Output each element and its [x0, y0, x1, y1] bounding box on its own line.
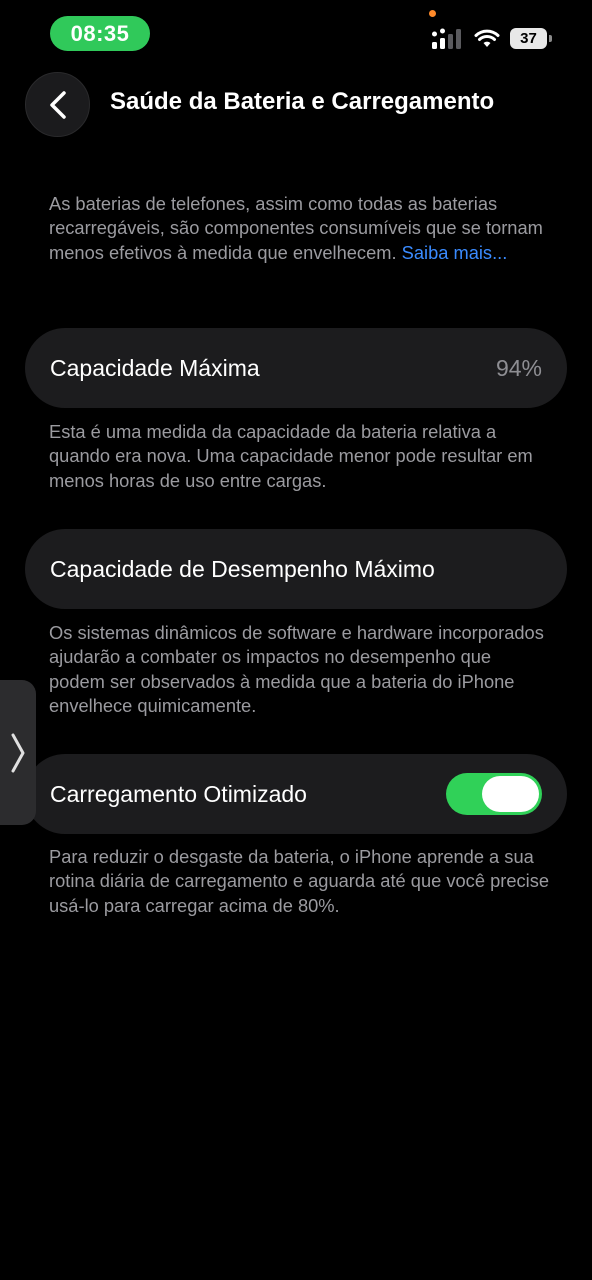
- privacy-indicator-dot: [429, 10, 436, 17]
- battery-level: 37: [510, 28, 547, 49]
- optimized-charging-row: Carregamento Otimizado: [25, 754, 567, 834]
- peak-performance-label: Capacidade de Desempenho Máximo: [50, 555, 435, 582]
- battery-cap: [549, 35, 552, 42]
- battery-icon: 37: [510, 28, 552, 50]
- chevron-left-icon: [49, 90, 66, 119]
- max-capacity-row: Capacidade Máxima 94%: [25, 328, 567, 408]
- page-title: Saúde da Bateria e Carregamento: [110, 88, 495, 115]
- chevron-right-icon: [11, 733, 25, 772]
- toggle-knob: [482, 776, 539, 812]
- max-capacity-label: Capacidade Máxima: [50, 354, 260, 381]
- learn-more-link[interactable]: Saiba mais...: [402, 242, 508, 263]
- optimized-charging-toggle[interactable]: [446, 773, 542, 815]
- max-capacity-value: 94%: [495, 354, 542, 381]
- signal-icon: [432, 28, 461, 49]
- intro-description: As baterias de telefones, assim como tod…: [49, 192, 549, 265]
- optimized-charging-description: Para reduzir o desgaste da bateria, o iP…: [49, 846, 550, 916]
- back-button[interactable]: [25, 72, 90, 137]
- optimized-charging-label: Carregamento Otimizado: [50, 780, 307, 807]
- wifi-icon: [474, 29, 500, 47]
- max-capacity-description: Esta é uma medida da capacidade da bater…: [49, 421, 533, 491]
- peak-performance-description: Os sistemas dinâmicos de software e hard…: [49, 622, 544, 716]
- status-time: 08:35: [50, 16, 150, 51]
- side-panel-tab[interactable]: [0, 680, 36, 825]
- peak-performance-row: Capacidade de Desempenho Máximo: [25, 529, 567, 609]
